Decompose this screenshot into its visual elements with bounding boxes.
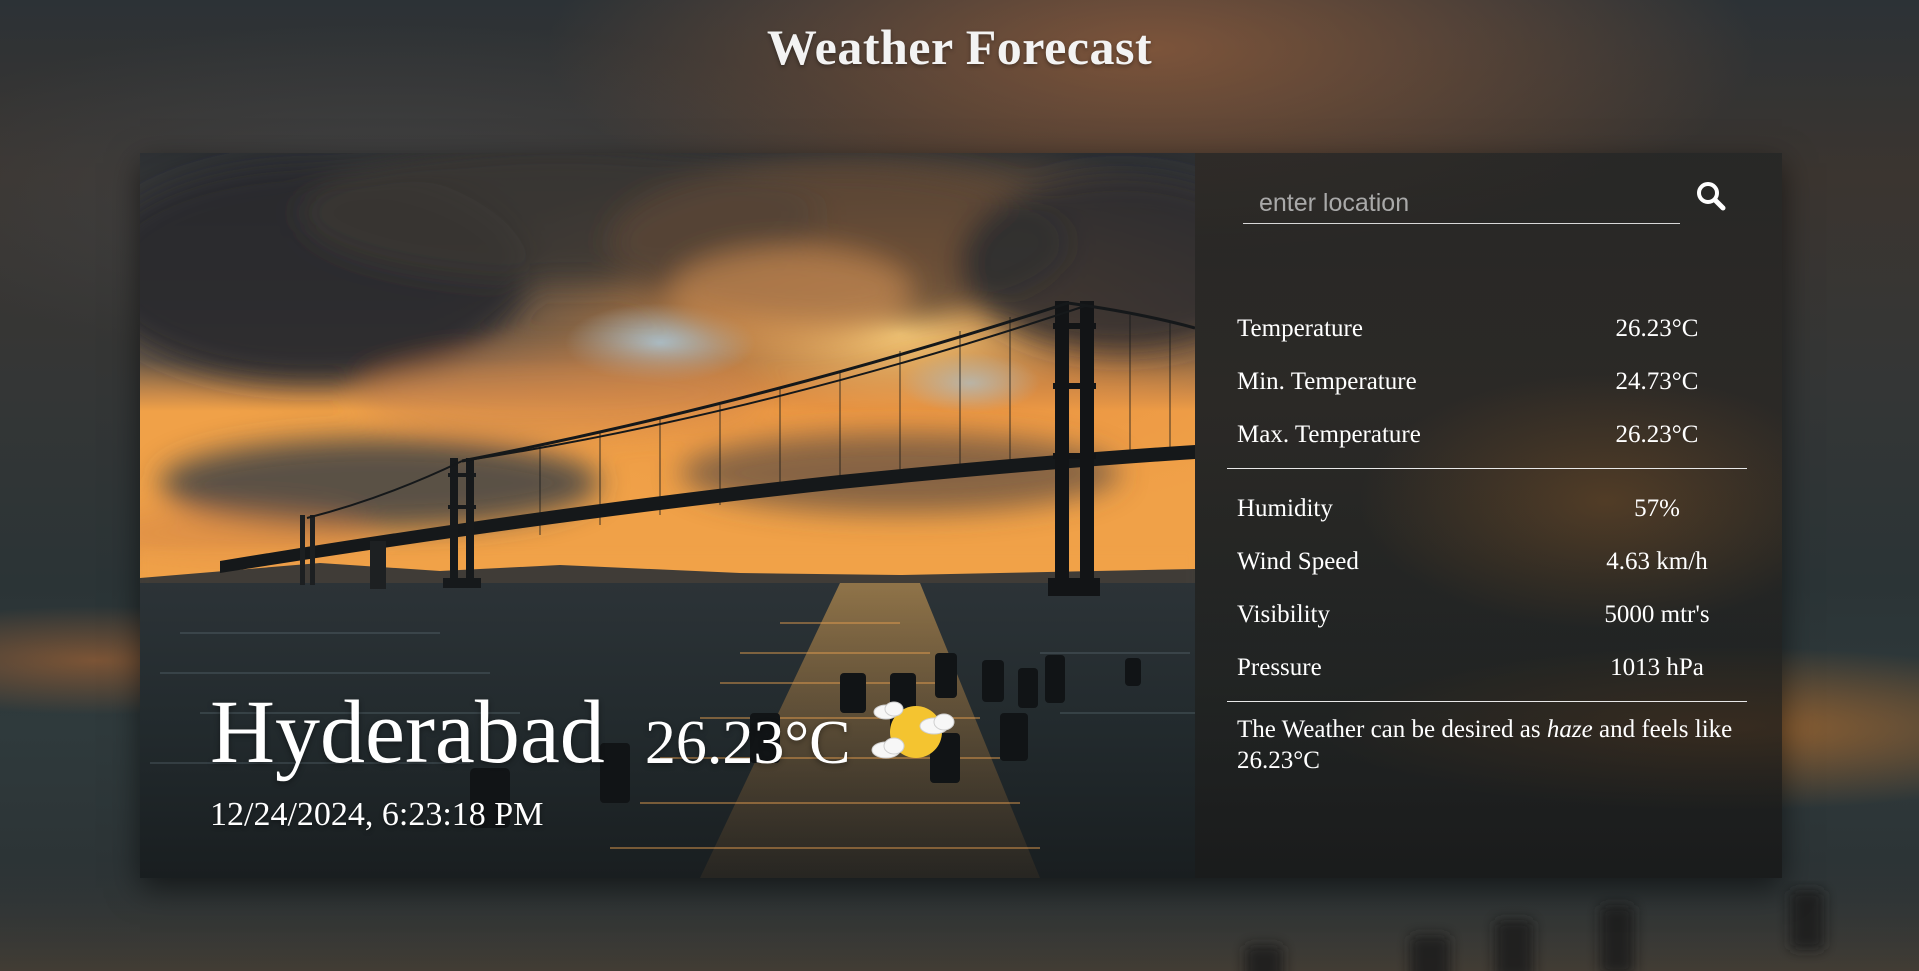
city-name: Hyderabad <box>210 683 605 782</box>
divider <box>1227 701 1747 702</box>
detail-label: Pressure <box>1237 654 1322 681</box>
details-panel: Temperature 26.23°C Min. Temperature 24.… <box>1195 153 1782 878</box>
detail-row-visibility: Visibility 5000 mtr's <box>1227 589 1747 642</box>
description-middle: and feels like <box>1592 716 1733 743</box>
detail-label: Humidity <box>1237 495 1333 522</box>
current-temperature: 26.23°C <box>644 709 851 777</box>
detail-value: 57% <box>1634 495 1680 522</box>
detail-label: Wind Speed <box>1237 548 1359 575</box>
detail-value: 5000 mtr's <box>1604 601 1710 628</box>
search-icon[interactable] <box>1692 177 1732 217</box>
partly-cloudy-sun-icon <box>871 701 955 759</box>
detail-row-humidity: Humidity 57% <box>1227 483 1747 536</box>
current-datetime: 12/24/2024, 6:23:18 PM <box>210 796 544 833</box>
search-bar <box>1243 181 1680 225</box>
weather-card: Hyderabad 26.23°C 12/24/2024, 6:23:18 PM <box>140 153 1782 878</box>
detail-row-min-temperature: Min. Temperature 24.73°C <box>1227 356 1747 409</box>
detail-row-temperature: Temperature 26.23°C <box>1227 303 1747 356</box>
detail-value: 26.23°C <box>1615 315 1699 342</box>
detail-label: Visibility <box>1237 601 1330 628</box>
detail-row-max-temperature: Max. Temperature 26.23°C <box>1227 409 1747 462</box>
detail-value: 24.73°C <box>1615 368 1699 395</box>
detail-value: 1013 hPa <box>1610 654 1704 681</box>
detail-value: 4.63 km/h <box>1606 548 1708 575</box>
detail-row-wind-speed: Wind Speed 4.63 km/h <box>1227 536 1747 589</box>
city-photo: Hyderabad 26.23°C 12/24/2024, 6:23:18 PM <box>140 153 1195 878</box>
weather-description: The Weather can be desired as haze and f… <box>1237 714 1737 776</box>
page-title: Weather Forecast <box>766 19 1153 75</box>
detail-label: Min. Temperature <box>1237 368 1417 395</box>
detail-label: Temperature <box>1237 315 1363 342</box>
weather-details: Temperature 26.23°C Min. Temperature 24.… <box>1227 303 1747 776</box>
detail-row-pressure: Pressure 1013 hPa <box>1227 642 1747 695</box>
location-search-input[interactable] <box>1257 181 1661 225</box>
description-prefix: The Weather can be desired as <box>1237 716 1547 743</box>
divider <box>1227 468 1747 469</box>
detail-label: Max. Temperature <box>1237 421 1421 448</box>
description-feels-like: 26.23°C <box>1237 747 1320 774</box>
description-condition: haze <box>1546 716 1593 743</box>
detail-value: 26.23°C <box>1615 421 1699 448</box>
current-weather-summary: Hyderabad 26.23°C 12/24/2024, 6:23:18 PM <box>210 688 960 834</box>
